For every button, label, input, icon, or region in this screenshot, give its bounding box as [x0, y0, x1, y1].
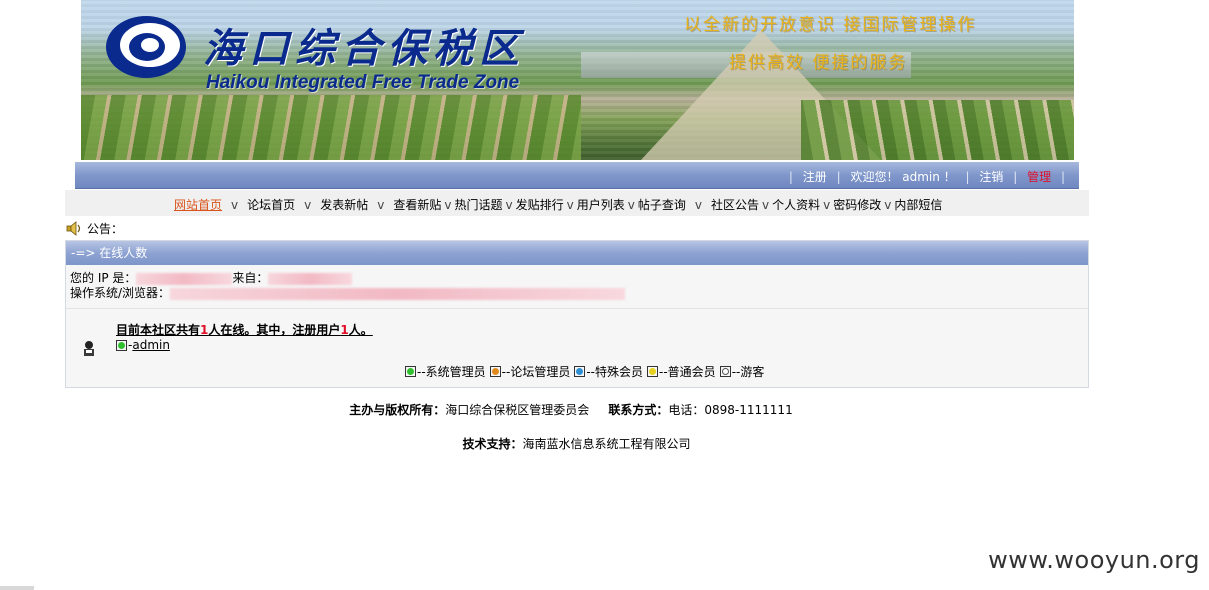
host-value: 海口综合保税区管理委员会	[445, 403, 590, 417]
zone-logo-icon	[106, 16, 186, 78]
banner-slogan-2: 提供高效 便捷的服务	[729, 53, 908, 73]
register-link[interactable]: 注册	[803, 170, 827, 184]
contact-value: 电话：0898-1111111	[668, 403, 793, 417]
notice-bar: 公告：	[66, 218, 123, 238]
manage-link[interactable]: 管理	[1027, 170, 1051, 184]
notice-label: 公告：	[87, 221, 124, 236]
nav-item-forum-home[interactable]: 论坛首页	[247, 198, 295, 212]
site-title-cn: 海口综合保税区	[203, 25, 525, 72]
location-value-redacted	[268, 272, 353, 285]
os-value-redacted	[170, 287, 626, 300]
ip-value-redacted	[136, 272, 233, 285]
panel-title: -=> 在线人数	[66, 241, 1088, 265]
legend-item: --论坛管理员	[489, 363, 570, 380]
nav-item-user-list[interactable]: 用户列表	[577, 198, 625, 212]
nav-item-announcements[interactable]: 社区公告	[711, 198, 759, 212]
speaker-icon	[66, 220, 81, 236]
legend-item: --普通会员	[647, 363, 716, 380]
special-member-badge-icon	[574, 366, 586, 377]
banner-field-left	[81, 95, 581, 160]
sysadmin-badge-icon	[116, 339, 127, 351]
site-banner: 海口综合保税区 Haikou Integrated Free Trade Zon…	[81, 0, 1074, 160]
online-user-link[interactable]: admin	[132, 338, 170, 352]
nav-item-new-post[interactable]: 发表新帖	[320, 198, 368, 212]
nav-items: 网站首页 v 论坛首页 v 发表新帖 v 查看新贴 v 热门话题 v 发贴排行 v 用户列表 v 帖子查询 v…	[174, 198, 943, 212]
window-corner	[0, 586, 34, 590]
nav-item-messages[interactable]: 内部短信	[894, 198, 942, 212]
banner-slogan-1: 以全新的开放意识 接国际管理操作	[684, 15, 977, 35]
member-badge-icon	[647, 366, 659, 377]
from-label: 来自：	[232, 271, 269, 285]
contact-label: 联系方式：	[608, 403, 669, 417]
legend-item: --特殊会员	[574, 363, 643, 380]
logout-link[interactable]: 注销	[979, 170, 1003, 184]
welcome-text: 欢迎您！ admin ！	[850, 170, 956, 184]
online-users-panel: -=> 在线人数 您的 IP 是： 来自： 操作系统/浏览器： 目前本社区共有1人…	[65, 240, 1089, 388]
user-links: | 注册 | 欢迎您！ admin ！ | 注销 | 管理 |	[788, 170, 1065, 184]
online-summary: 目前本社区共有1人在线。其中，注册用户1人。	[116, 323, 373, 337]
watermark-text: www.wooyun.org	[988, 546, 1200, 574]
nav-item-hot-topics[interactable]: 热门话题	[455, 198, 503, 212]
tech-value: 海南蓝水信息系统工程有限公司	[522, 437, 691, 451]
online-user-entry: - admin	[116, 338, 170, 352]
nav-item-site-home[interactable]: 网站首页	[174, 198, 222, 212]
ip-label: 您的 IP 是：	[70, 271, 137, 285]
user-type-legend: --系统管理员 --论坛管理员 --特殊会员 --普通会员 --游客	[405, 363, 768, 380]
main-nav: 网站首页 v 论坛首页 v 发表新帖 v 查看新贴 v 热门话题 v 发贴排行 v 用户列表 v 帖子查询 v…	[65, 190, 1089, 216]
nav-item-view-new[interactable]: 查看新贴	[393, 198, 441, 212]
visitor-info: 您的 IP 是： 来自： 操作系统/浏览器：	[66, 265, 1088, 301]
footer-tech-support: 技术支持：海南蓝水信息系统工程有限公司	[0, 435, 1153, 452]
os-label: 操作系统/浏览器：	[70, 286, 171, 300]
footer-copyright: 主办与版权所有：海口综合保税区管理委员会 联系方式：电话：0898-111111…	[0, 401, 1142, 418]
online-registered: 1	[340, 323, 349, 337]
host-label: 主办与版权所有：	[349, 403, 446, 417]
nav-item-change-password[interactable]: 密码修改	[833, 198, 881, 212]
nav-item-post-ranking[interactable]: 发贴排行	[516, 198, 564, 212]
user-bar: | 注册 | 欢迎您！ admin ！ | 注销 | 管理 |	[75, 162, 1079, 189]
guest-badge-icon	[719, 366, 731, 377]
tech-label: 技术支持：	[462, 437, 523, 451]
panel-divider	[66, 308, 1088, 309]
nav-item-post-search[interactable]: 帖子查询	[638, 198, 686, 212]
banner-field-right	[801, 100, 1074, 160]
online-user-avatar-icon	[84, 341, 94, 356]
nav-item-profile[interactable]: 个人资料	[772, 198, 820, 212]
sysadmin-badge-icon	[405, 366, 416, 377]
legend-item: --系统管理员	[405, 363, 486, 380]
site-title-en: Haikou Integrated Free Trade Zone	[206, 72, 520, 93]
legend-item: --游客	[719, 363, 764, 380]
forum-admin-badge-icon	[489, 366, 501, 377]
